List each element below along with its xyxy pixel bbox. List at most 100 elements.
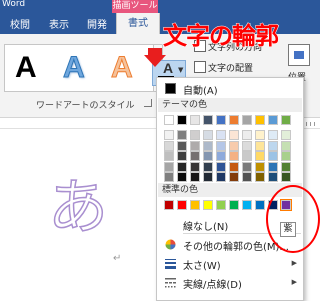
text-align-button[interactable]: 文字の配置	[194, 61, 254, 74]
wordart-style-orange[interactable]: A	[111, 49, 134, 87]
theme-shade-swatch[interactable]	[268, 172, 278, 182]
standard-color-swatch[interactable]	[216, 200, 226, 210]
theme-shade-swatch[interactable]	[190, 161, 200, 172]
theme-shade-swatch[interactable]	[177, 151, 187, 161]
theme-shade-swatch[interactable]	[216, 161, 226, 172]
theme-shade-swatch[interactable]	[203, 151, 213, 161]
color-tooltip: 紫	[280, 222, 296, 237]
theme-shade-swatch[interactable]	[229, 130, 239, 140]
theme-color-swatch[interactable]	[203, 115, 213, 125]
theme-color-swatch[interactable]	[242, 115, 252, 125]
theme-shade-swatch[interactable]	[177, 130, 187, 140]
standard-color-swatch[interactable]	[190, 200, 200, 210]
theme-shade-swatch[interactable]	[190, 140, 200, 151]
theme-shade-swatch[interactable]	[164, 130, 174, 140]
menu-item-weight[interactable]: 太さ(W) ▶	[157, 255, 303, 272]
theme-shade-swatch[interactable]	[281, 161, 291, 172]
theme-shade-swatch[interactable]	[268, 161, 278, 172]
theme-shade-swatch[interactable]	[216, 130, 226, 140]
theme-shade-swatch[interactable]	[268, 140, 278, 151]
theme-shade-swatch[interactable]	[255, 161, 265, 172]
theme-shade-swatch[interactable]	[281, 172, 291, 182]
menu-item-dashes[interactable]: 実線/点線(D) ▶	[157, 274, 303, 291]
color-wheel-icon	[165, 239, 176, 250]
theme-color-swatch[interactable]	[255, 115, 265, 125]
theme-shade-swatch[interactable]	[229, 151, 239, 161]
position-icon[interactable]	[288, 44, 310, 66]
theme-color-swatch[interactable]	[177, 115, 187, 125]
theme-color-swatch[interactable]	[164, 115, 174, 125]
theme-shade-swatch[interactable]	[268, 130, 278, 140]
theme-shade-swatch[interactable]	[242, 140, 252, 151]
wordart-styles-group-label: ワードアートのスタイル	[36, 101, 135, 111]
theme-color-swatch[interactable]	[229, 115, 239, 125]
theme-shade-swatch[interactable]	[255, 140, 265, 151]
theme-color-swatch[interactable]	[268, 115, 278, 125]
theme-shade-swatch[interactable]	[255, 172, 265, 182]
standard-color-swatch[interactable]	[177, 200, 187, 210]
ruler-tick	[314, 122, 315, 126]
theme-shade-swatch[interactable]	[242, 172, 252, 182]
theme-shade-swatch[interactable]	[242, 151, 252, 161]
standard-color-swatch[interactable]	[229, 200, 239, 210]
theme-shade-swatch[interactable]	[229, 140, 239, 151]
theme-shade-swatch[interactable]	[229, 172, 239, 182]
theme-shade-swatch[interactable]	[281, 140, 291, 151]
dialog-launcher-icon[interactable]	[144, 99, 152, 107]
app-title: Word	[2, 0, 26, 9]
theme-shade-swatch[interactable]	[229, 161, 239, 172]
theme-shade-swatch[interactable]	[190, 172, 200, 182]
theme-shade-swatch[interactable]	[190, 151, 200, 161]
tab-developer[interactable]: 開発	[87, 16, 107, 31]
text-align-label: 文字の配置	[208, 64, 254, 74]
wordart-style-blue[interactable]: A	[63, 49, 86, 87]
theme-shade-swatch[interactable]	[216, 151, 226, 161]
standard-color-swatch[interactable]	[203, 200, 213, 210]
standard-color-swatch[interactable]	[255, 200, 265, 210]
theme-shade-swatch[interactable]	[255, 151, 265, 161]
theme-shade-swatch[interactable]	[164, 151, 174, 161]
theme-shade-swatch[interactable]	[203, 161, 213, 172]
theme-shade-swatch[interactable]	[203, 172, 213, 182]
text-align-icon	[194, 61, 206, 73]
dropdown-caret-icon[interactable]: ▼	[178, 66, 183, 74]
dashes-label: 実線/点線(D)	[183, 280, 242, 291]
theme-shade-swatch[interactable]	[281, 130, 291, 140]
theme-color-swatch[interactable]	[216, 115, 226, 125]
tab-view[interactable]: 表示	[49, 16, 69, 31]
no-line-label: 線なし(N)	[183, 222, 229, 233]
annotation-title: 文字の輪郭	[163, 22, 280, 51]
theme-shade-swatch[interactable]	[164, 172, 174, 182]
theme-shade-swatch[interactable]	[242, 130, 252, 140]
theme-color-swatch[interactable]	[190, 115, 200, 125]
line-weight-icon	[165, 259, 176, 269]
theme-shade-swatch[interactable]	[203, 130, 213, 140]
theme-shade-swatch[interactable]	[216, 172, 226, 182]
standard-color-swatch[interactable]	[242, 200, 252, 210]
title-bar: Word	[0, 0, 320, 13]
theme-shade-swatch[interactable]	[164, 140, 174, 151]
theme-shade-swatch[interactable]	[281, 151, 291, 161]
wordart-gallery: A A A	[4, 44, 154, 92]
theme-shade-swatch[interactable]	[268, 151, 278, 161]
weight-label: 太さ(W)	[183, 261, 221, 272]
document-wordart-text[interactable]: あ	[47, 168, 109, 248]
theme-shade-swatch[interactable]	[255, 130, 265, 140]
ruler-tick	[310, 122, 311, 126]
theme-shade-swatch[interactable]	[164, 161, 174, 172]
theme-shade-swatch[interactable]	[203, 140, 213, 151]
theme-shade-swatch[interactable]	[177, 140, 187, 151]
tab-review[interactable]: 校閲	[10, 16, 30, 31]
theme-shade-swatch[interactable]	[177, 172, 187, 182]
tab-format[interactable]: 書式	[116, 13, 160, 34]
theme-shade-swatch[interactable]	[216, 140, 226, 151]
theme-shade-swatch[interactable]	[242, 161, 252, 172]
standard-color-swatch[interactable]	[164, 200, 174, 210]
submenu-arrow-icon: ▶	[291, 278, 297, 286]
drawing-tools-group: 描画ツール	[112, 0, 158, 13]
theme-color-swatch[interactable]	[281, 115, 291, 125]
theme-shade-swatch[interactable]	[177, 161, 187, 172]
wordart-style-black[interactable]: A	[15, 49, 37, 87]
theme-shade-swatch[interactable]	[190, 130, 200, 140]
menu-item-automatic[interactable]: 自動(A)	[157, 80, 303, 97]
